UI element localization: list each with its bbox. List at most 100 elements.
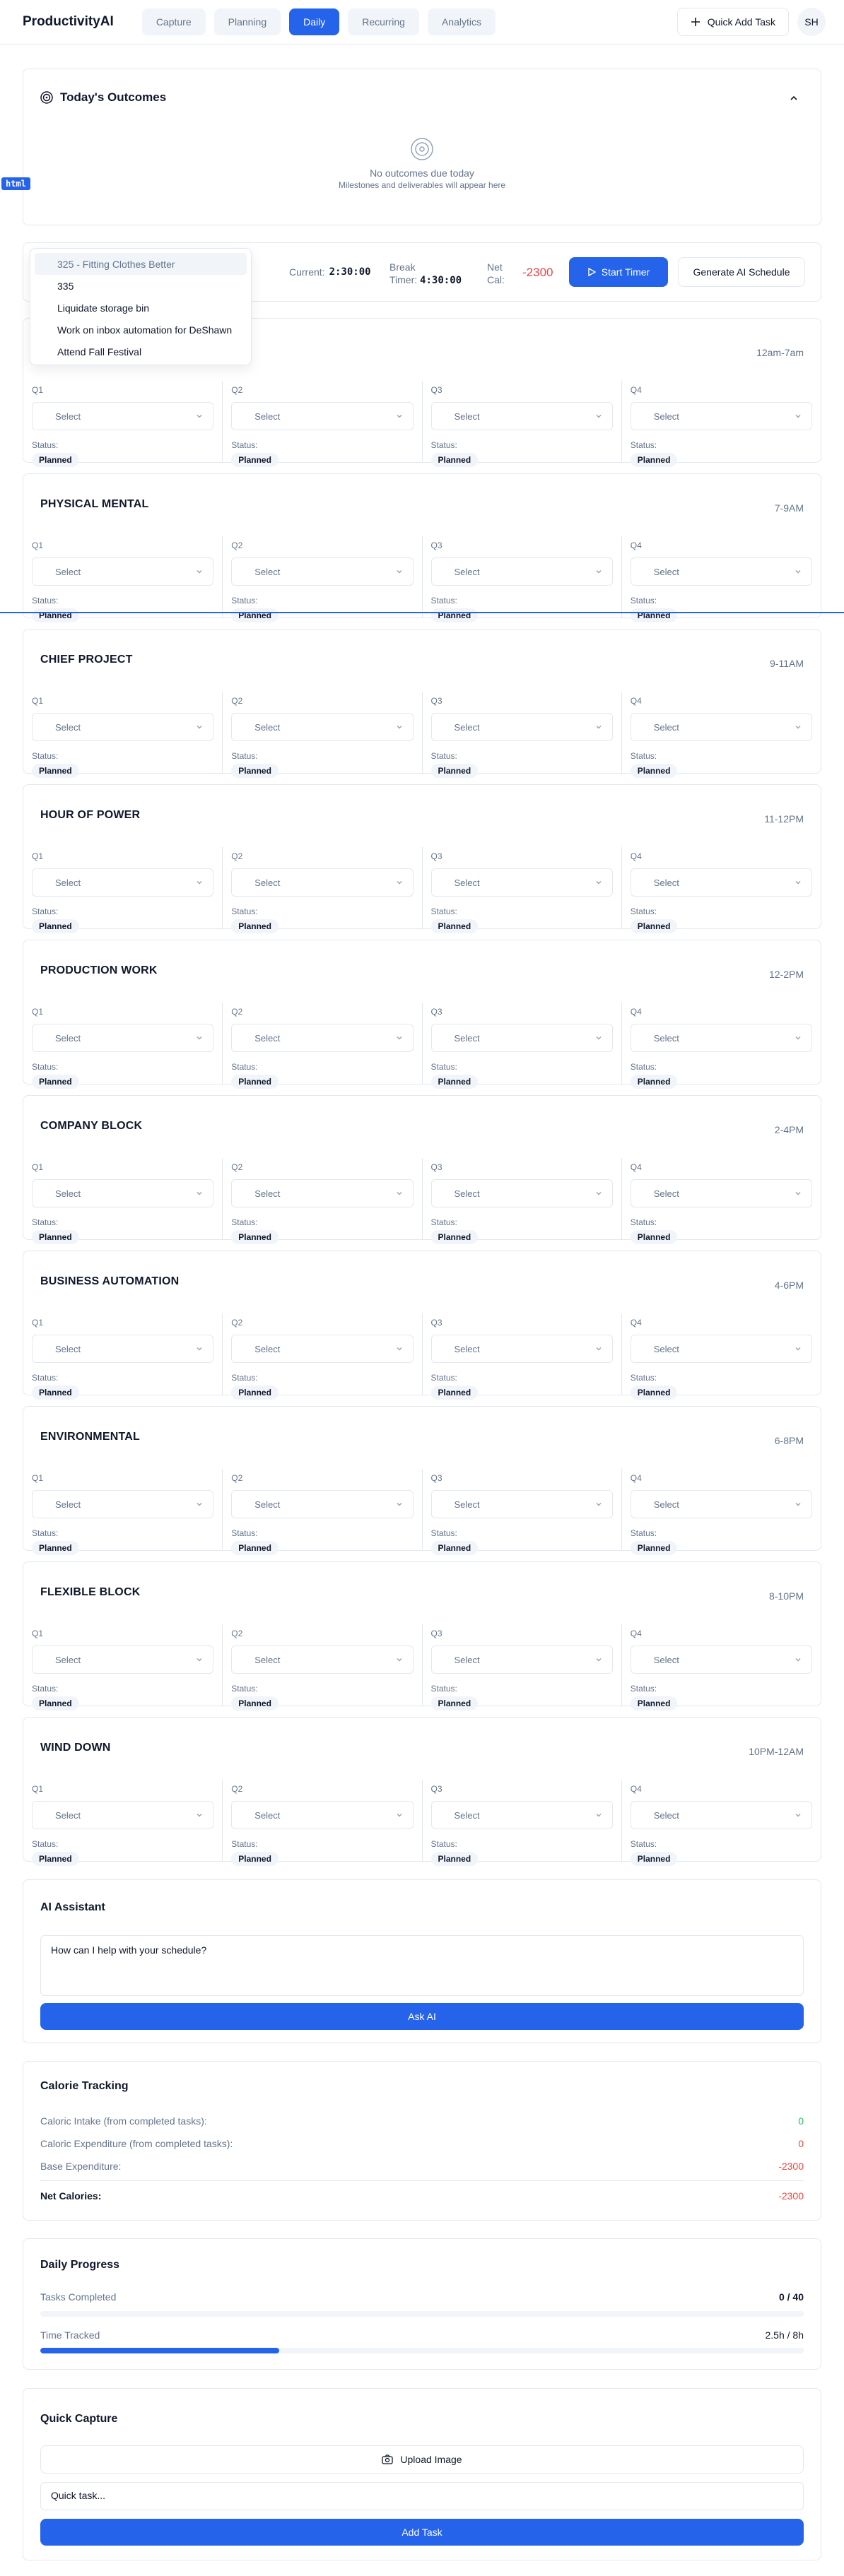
quarter-column: Q2 Select Status: Planned bbox=[223, 1469, 423, 1555]
task-select[interactable]: Select bbox=[430, 1801, 613, 1829]
quarter-column: Q2 Select Status: Planned bbox=[223, 381, 423, 467]
task-select[interactable]: Select bbox=[630, 868, 812, 897]
quarter-label: Q2 bbox=[231, 1629, 243, 1638]
task-select[interactable]: Select bbox=[430, 1335, 613, 1363]
quarter-label: Q4 bbox=[630, 1473, 642, 1483]
app-title: ProductivityAI bbox=[23, 14, 114, 29]
task-select[interactable]: Select bbox=[430, 1024, 613, 1052]
task-select[interactable]: Select bbox=[231, 713, 414, 741]
task-select[interactable]: Select bbox=[430, 868, 613, 897]
task-select[interactable]: Select bbox=[630, 1490, 812, 1518]
start-timer-button[interactable]: Start Timer bbox=[569, 257, 668, 287]
tab-planning[interactable]: Planning bbox=[213, 8, 281, 35]
dropdown-option[interactable]: 335 bbox=[35, 275, 247, 297]
upload-image-button[interactable]: Upload Image bbox=[40, 2445, 804, 2474]
quarter-label: Q3 bbox=[430, 1007, 442, 1017]
task-select-value: Select bbox=[254, 1499, 281, 1510]
quarter-label: Q3 bbox=[430, 696, 442, 706]
time-block-range: 11-12PM bbox=[764, 813, 804, 825]
chevron-down-icon bbox=[197, 1036, 202, 1040]
quarter-label: Q3 bbox=[430, 385, 442, 395]
task-select[interactable]: Select bbox=[630, 1646, 812, 1674]
time-progress-fill bbox=[40, 2348, 279, 2353]
task-select[interactable]: Select bbox=[32, 1801, 214, 1829]
task-select[interactable]: Select bbox=[630, 402, 812, 430]
task-select[interactable]: Select bbox=[231, 1335, 414, 1363]
tab-recurring[interactable]: Recurring bbox=[348, 8, 419, 35]
task-select[interactable]: Select bbox=[630, 1335, 812, 1363]
task-select[interactable]: Select bbox=[231, 1646, 414, 1674]
task-select[interactable]: Select bbox=[430, 1179, 613, 1207]
task-select[interactable]: Select bbox=[231, 1490, 414, 1518]
tab-daily[interactable]: Daily bbox=[289, 8, 340, 35]
status-badge: Planned bbox=[32, 764, 79, 778]
collapse-icon[interactable] bbox=[790, 93, 798, 105]
task-select-value: Select bbox=[254, 410, 281, 422]
tab-capture[interactable]: Capture bbox=[141, 8, 206, 35]
quarter-label: Q1 bbox=[32, 1784, 44, 1794]
status-badge: Planned bbox=[630, 453, 678, 467]
ask-ai-button[interactable]: Ask AI bbox=[40, 2003, 804, 2030]
task-select[interactable]: Select bbox=[630, 713, 812, 741]
status-label: Status: bbox=[630, 440, 657, 450]
task-select[interactable]: Select bbox=[32, 868, 214, 897]
task-select-value: Select bbox=[254, 1654, 281, 1665]
chevron-down-icon bbox=[596, 1658, 602, 1662]
dropdown-option[interactable]: Attend Fall Festival bbox=[35, 341, 247, 362]
task-select[interactable]: Select bbox=[32, 1179, 214, 1207]
task-select[interactable]: Select bbox=[32, 1024, 214, 1052]
chevron-down-icon bbox=[596, 1347, 602, 1351]
tab-analytics[interactable]: Analytics bbox=[427, 8, 496, 35]
task-select[interactable]: Select bbox=[430, 1646, 613, 1674]
task-select-value: Select bbox=[55, 410, 81, 422]
task-select[interactable]: Select bbox=[32, 1490, 214, 1518]
time-block: COMPANY BLOCK 2-4PM Q1 Select Status: Planned… bbox=[23, 1095, 821, 1244]
task-select[interactable]: Select bbox=[231, 557, 414, 586]
task-select[interactable]: Select bbox=[430, 713, 613, 741]
ai-assistant-title: AI Assistant bbox=[40, 1901, 105, 1913]
ai-assistant-card: AI Assistant How can I help with your sc… bbox=[23, 1879, 821, 2043]
ai-assistant-input[interactable]: How can I help with your schedule? bbox=[40, 1935, 804, 1996]
quarter-column: Q3 Select Status: Planned bbox=[423, 381, 622, 467]
quick-task-input[interactable]: Quick task... bbox=[40, 2482, 804, 2510]
status-label: Status: bbox=[32, 751, 59, 761]
task-select[interactable]: Select bbox=[32, 402, 214, 430]
chevron-down-icon bbox=[795, 1814, 801, 1817]
task-select-value: Select bbox=[653, 1499, 679, 1510]
outcomes-empty-subtitle: Milestones and deliverables will appear … bbox=[338, 180, 506, 190]
task-select-value: Select bbox=[454, 1343, 480, 1354]
task-select[interactable]: Select bbox=[32, 713, 214, 741]
dropdown-option[interactable]: Work on inbox automation for DeShawn bbox=[35, 319, 247, 341]
task-select[interactable]: Select bbox=[32, 1335, 214, 1363]
task-select[interactable]: Select bbox=[231, 1179, 414, 1207]
status-badge: Planned bbox=[231, 608, 279, 622]
task-select[interactable]: Select bbox=[231, 402, 414, 430]
task-select[interactable]: Select bbox=[430, 1490, 613, 1518]
quarter-row: Q1 Select Status: Planned Q2 Select Status: Pla… bbox=[23, 1003, 821, 1089]
task-select[interactable]: Select bbox=[32, 557, 214, 586]
task-select[interactable]: Select bbox=[430, 402, 613, 430]
task-select[interactable]: Select bbox=[630, 1801, 812, 1829]
quarter-label: Q2 bbox=[231, 1162, 243, 1172]
generate-ai-schedule-button[interactable]: Generate AI Schedule bbox=[678, 257, 805, 287]
dropdown-option[interactable]: Liquidate storage bin bbox=[35, 297, 247, 319]
quarter-column: Q2 Select Status: Planned bbox=[223, 536, 423, 622]
status-label: Status: bbox=[231, 1217, 258, 1227]
task-select[interactable]: Select bbox=[630, 557, 812, 586]
task-select[interactable]: Select bbox=[231, 1024, 414, 1052]
task-select[interactable]: Select bbox=[32, 1646, 214, 1674]
avatar[interactable]: SH bbox=[797, 8, 826, 36]
status-label: Status: bbox=[32, 1373, 59, 1383]
status-label: Status: bbox=[630, 1684, 657, 1694]
task-select[interactable]: Select bbox=[430, 557, 613, 586]
task-select[interactable]: Select bbox=[630, 1179, 812, 1207]
task-select[interactable]: Select bbox=[231, 868, 414, 897]
quarter-row: Q1 Select Status: Planned Q2 Select Status: Pla… bbox=[23, 692, 821, 778]
time-progress-bar bbox=[40, 2348, 804, 2353]
add-task-button[interactable]: Add Task bbox=[40, 2519, 804, 2546]
task-select[interactable]: Select bbox=[630, 1024, 812, 1052]
status-badge: Planned bbox=[630, 1696, 678, 1711]
task-select[interactable]: Select bbox=[231, 1801, 414, 1829]
quick-add-task-button[interactable]: Quick Add Task bbox=[676, 8, 789, 36]
dropdown-option[interactable]: 325 - Fitting Clothes Better bbox=[35, 253, 247, 275]
